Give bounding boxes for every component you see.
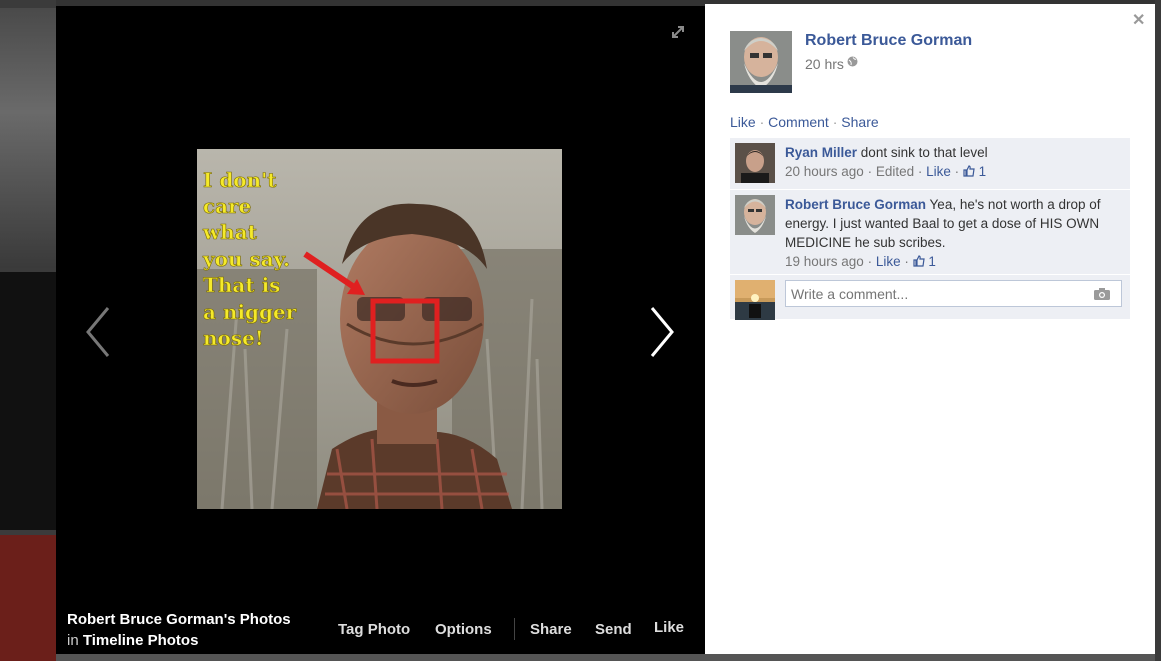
- comment-list: Ryan Miller dont sink to that level 20 h…: [730, 138, 1130, 320]
- album-in-label: in: [67, 632, 79, 649]
- like-button[interactable]: Like: [654, 619, 684, 636]
- photo-stage: I don't care what you say. That is a nig…: [56, 6, 705, 654]
- close-icon[interactable]: ✕: [1132, 10, 1145, 30]
- comment-time[interactable]: 19 hours ago: [785, 254, 864, 269]
- write-comment-row: [730, 275, 1130, 320]
- footer-divider: [514, 618, 515, 640]
- comment-meta: 20 hours ago · Edited · Like · 1: [785, 164, 987, 179]
- backdrop-tile: [0, 272, 56, 530]
- backdrop-left-strip: [0, 0, 56, 661]
- post-actions: Like · Comment · Share: [730, 114, 879, 130]
- comment-like-link[interactable]: Like: [926, 164, 951, 179]
- caption-line: you say.: [202, 247, 290, 271]
- caption-line: I don't: [203, 168, 277, 192]
- options-button[interactable]: Options: [435, 621, 492, 638]
- comment-time[interactable]: 20 hours ago: [785, 164, 864, 179]
- backdrop-bottom: [56, 654, 1161, 661]
- avatar[interactable]: [735, 143, 775, 183]
- edited-label[interactable]: Edited: [876, 164, 914, 179]
- photo-image: I don't care what you say. That is a nig…: [197, 149, 562, 509]
- camera-icon[interactable]: [1093, 287, 1111, 301]
- backdrop-tile: [0, 8, 56, 268]
- like-link[interactable]: Like: [730, 114, 756, 130]
- comment-like-count[interactable]: 1: [912, 254, 936, 269]
- separator: ·: [832, 114, 838, 130]
- comment-body: Robert Bruce Gorman Yea, he's not worth …: [785, 195, 1122, 252]
- send-button[interactable]: Send: [595, 621, 632, 638]
- post-time-text: 20 hrs: [805, 56, 844, 72]
- backdrop-tile: [0, 535, 56, 661]
- like-count: 1: [928, 254, 936, 269]
- avatar[interactable]: [735, 195, 775, 235]
- caption-line: nose!: [203, 326, 264, 350]
- info-panel: ✕ Robert Bruce Gorman 20 hrs Like · Comm…: [705, 4, 1155, 654]
- caption-line: That is: [203, 273, 280, 297]
- comment-like-count[interactable]: 1: [963, 164, 986, 179]
- fullscreen-icon[interactable]: [670, 24, 686, 40]
- separator: ·: [759, 114, 765, 130]
- album-subtitle: in Timeline Photos: [67, 632, 198, 649]
- comment-link[interactable]: Comment: [768, 114, 829, 130]
- comment-text: dont sink to that level: [860, 145, 988, 160]
- share-link[interactable]: Share: [841, 114, 878, 130]
- comment: Ryan Miller dont sink to that level 20 h…: [730, 138, 1130, 190]
- previous-photo-icon[interactable]: [80, 302, 114, 362]
- author-name[interactable]: Robert Bruce Gorman: [805, 32, 972, 50]
- thumbs-up-icon: [963, 165, 975, 177]
- comment-like-link[interactable]: Like: [876, 254, 901, 269]
- caption-line: a nigger: [203, 300, 297, 324]
- tag-photo-button[interactable]: Tag Photo: [338, 621, 410, 638]
- post-time[interactable]: 20 hrs: [805, 54, 858, 72]
- avatar: [735, 280, 775, 320]
- thumbs-up-icon: [912, 255, 925, 267]
- photo[interactable]: I don't care what you say. That is a nig…: [197, 149, 562, 509]
- globe-icon: [847, 54, 858, 67]
- caption-line: care: [203, 194, 251, 218]
- share-button[interactable]: Share: [530, 621, 572, 638]
- caption-line: what: [202, 220, 258, 244]
- photo-footer: Robert Bruce Gorman's Photos in Timeline…: [56, 602, 705, 654]
- commenter-name[interactable]: Ryan Miller: [785, 145, 857, 160]
- like-count: 1: [978, 164, 987, 179]
- backdrop-right: [1155, 0, 1161, 661]
- comment: Robert Bruce Gorman Yea, he's not worth …: [730, 190, 1130, 275]
- comment-meta: 19 hours ago · Like · 1: [785, 254, 936, 269]
- album-owner-link[interactable]: Robert Bruce Gorman's Photos: [67, 611, 291, 628]
- album-link[interactable]: Timeline Photos: [83, 632, 199, 649]
- commenter-name[interactable]: Robert Bruce Gorman: [785, 197, 926, 212]
- avatar[interactable]: [730, 31, 792, 93]
- comment-body: Ryan Miller dont sink to that level: [785, 143, 1122, 162]
- next-photo-icon[interactable]: [646, 302, 680, 362]
- comment-input[interactable]: [785, 280, 1122, 307]
